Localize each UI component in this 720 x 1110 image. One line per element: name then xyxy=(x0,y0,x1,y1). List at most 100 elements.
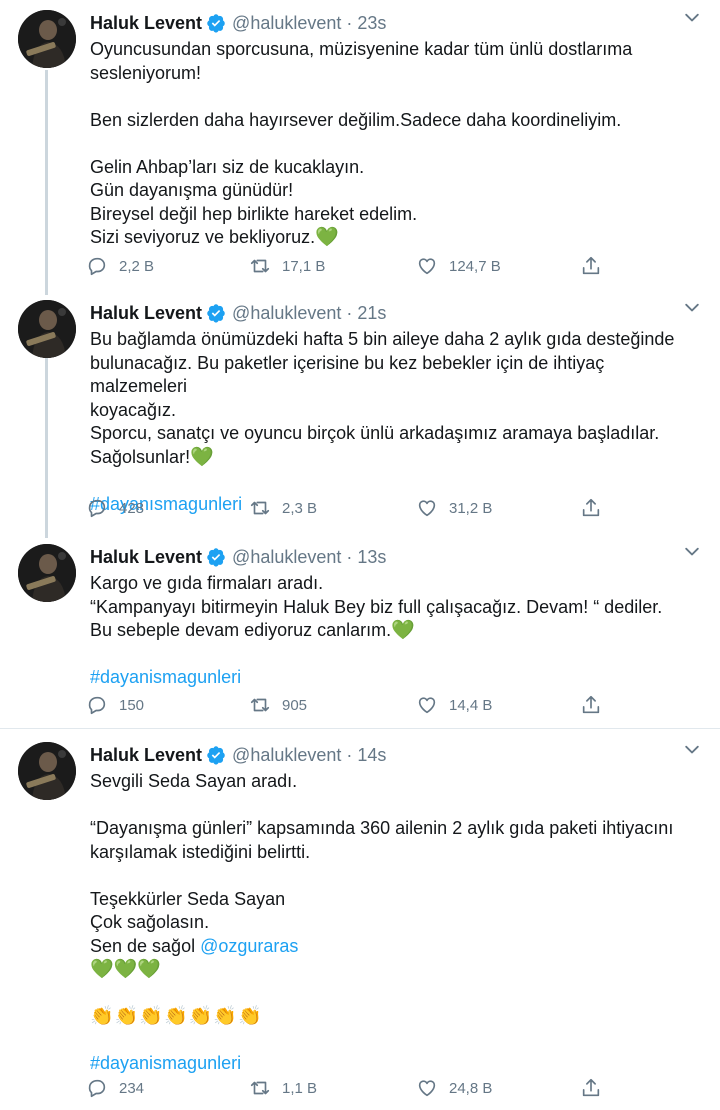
reply-icon xyxy=(88,1079,106,1098)
author-handle[interactable]: @haluklevent xyxy=(232,745,341,766)
text-line: Sporcu, sanatçı ve oyuncu birçok ünlü ar… xyxy=(90,423,660,443)
tweet[interactable]: Haluk Levent @haluklevent · 14s Sevgili … xyxy=(0,732,720,1110)
text-line: Kargo ve gıda firmaları aradı. xyxy=(90,573,324,593)
reply-count: 150 xyxy=(119,696,145,714)
author-name[interactable]: Haluk Levent xyxy=(90,303,202,324)
reply-button[interactable]: 150 xyxy=(86,691,144,719)
heart-icon xyxy=(418,258,436,275)
chevron-down-icon[interactable] xyxy=(682,8,702,28)
retweet-icon xyxy=(250,1081,270,1095)
tweet-header: Haluk Levent @haluklevent · 23s xyxy=(90,10,386,36)
retweet-icon xyxy=(250,501,270,515)
verified-badge-icon xyxy=(207,746,225,765)
tweet-time[interactable]: 14s xyxy=(357,745,386,766)
share-icon xyxy=(582,256,600,275)
verified-badge-icon xyxy=(207,304,225,323)
like-button[interactable]: 124,7 B xyxy=(416,252,501,280)
like-button[interactable]: 31,2 B xyxy=(416,494,492,522)
tweet-time[interactable]: 23s xyxy=(357,13,386,34)
text-line: Bireysel değil hep birlikte hareket edel… xyxy=(90,203,418,224)
reply-button[interactable]: 234 xyxy=(86,1074,144,1102)
like-count: 14,4 B xyxy=(449,696,493,714)
author-name[interactable]: Haluk Levent xyxy=(90,13,202,34)
text-line: Gün dayanışma günüdür! xyxy=(90,180,294,200)
like-button[interactable]: 24,8 B xyxy=(416,1074,492,1102)
retweet-count: 17,1 B xyxy=(282,257,326,275)
reply-button[interactable]: 2,2 B xyxy=(86,252,154,280)
clapping-hands-emoji: 👏👏👏👏👏👏👏 xyxy=(90,1006,263,1027)
retweet-count: 2,3 B xyxy=(282,499,318,517)
share-icon xyxy=(582,1078,600,1097)
hashtag-link[interactable]: #dayanismagunleri xyxy=(90,666,700,690)
avatar[interactable] xyxy=(18,10,76,68)
tweet[interactable]: Haluk Levent @haluklevent · 21s Bu bağla… xyxy=(0,290,720,530)
mention-link[interactable]: @ozguraras xyxy=(200,936,298,956)
tweet-actions: 234 1,1 B 24,8 B xyxy=(86,1074,616,1102)
text-line: Sağolsunlar!💚 xyxy=(90,446,214,468)
author-handle[interactable]: @haluklevent xyxy=(232,547,341,568)
reply-icon xyxy=(88,257,106,276)
share-button[interactable] xyxy=(580,1074,602,1102)
like-count: 24,8 B xyxy=(449,1079,493,1097)
tweet-time[interactable]: 13s xyxy=(357,547,386,568)
chevron-down-icon[interactable] xyxy=(682,740,702,760)
tweet-header: Haluk Levent @haluklevent · 13s xyxy=(90,544,386,570)
avatar[interactable] xyxy=(18,742,76,800)
retweet-icon xyxy=(250,259,270,273)
retweet-count: 1,1 B xyxy=(282,1079,318,1097)
avatar[interactable] xyxy=(18,300,76,358)
retweet-count: 905 xyxy=(282,696,308,714)
text-line: karşılamak istediğini belirtti. xyxy=(90,841,311,862)
retweet-button[interactable]: 1,1 B xyxy=(249,1074,317,1102)
separator-dot: · xyxy=(346,546,353,567)
author-name[interactable]: Haluk Levent xyxy=(90,745,202,766)
verified-badge-icon xyxy=(207,548,225,567)
like-button[interactable]: 14,4 B xyxy=(416,691,492,719)
text-line: Çok sağolasın. xyxy=(90,912,210,932)
green-hearts-emoji: 💚💚💚 xyxy=(90,959,161,980)
separator-dot: · xyxy=(346,744,353,765)
retweet-button[interactable]: 2,3 B xyxy=(249,494,317,522)
share-button[interactable] xyxy=(580,691,602,719)
separator-dot: · xyxy=(346,12,353,33)
tweet-text: Kargo ve gıda firmaları aradı. “Kampanya… xyxy=(90,572,700,690)
retweet-icon xyxy=(250,698,270,712)
tweet-actions: 2,2 B 17,1 B 124,7 B xyxy=(86,252,616,280)
text-line: Gelin Ahbap’ları siz de kucaklayın. xyxy=(90,156,365,177)
author-handle[interactable]: @haluklevent xyxy=(232,13,341,34)
tweet-actions: 428 2,3 B 31,2 B xyxy=(86,494,616,522)
author-name[interactable]: Haluk Levent xyxy=(90,547,202,568)
green-heart-emoji: 💚 xyxy=(391,620,415,641)
retweet-button[interactable]: 905 xyxy=(249,691,307,719)
text-line: Sevgili Seda Sayan aradı. xyxy=(90,771,298,791)
green-heart-emoji: 💚 xyxy=(190,446,214,468)
tweet-header: Haluk Levent @haluklevent · 21s xyxy=(90,300,386,326)
tweet-header: Haluk Levent @haluklevent · 14s xyxy=(90,742,386,768)
tweet-divider xyxy=(0,728,720,729)
tweet[interactable]: Haluk Levent @haluklevent · 13s Kargo ve… xyxy=(0,534,720,724)
reply-count: 2,2 B xyxy=(119,257,155,275)
chevron-down-icon[interactable] xyxy=(682,298,702,318)
text-line: “Kampanyayı bitirmeyin Haluk Bey biz ful… xyxy=(90,596,663,617)
chevron-down-icon[interactable] xyxy=(682,542,702,562)
text-line: bulunacağız. Bu paketler içerisine bu ke… xyxy=(90,352,605,397)
share-button[interactable] xyxy=(580,252,602,280)
tweet-time[interactable]: 21s xyxy=(357,303,386,324)
tweet-actions: 150 905 14,4 B xyxy=(86,691,616,719)
heart-icon xyxy=(418,1080,436,1097)
author-handle[interactable]: @haluklevent xyxy=(232,303,341,324)
share-icon xyxy=(582,695,600,714)
text-line: Teşekkürler Seda Sayan xyxy=(90,888,286,909)
tweet-text: Oyuncusundan sporcusuna, müzisyenine kad… xyxy=(90,38,700,250)
tweet[interactable]: Haluk Levent @haluklevent · 23s Oyuncusu… xyxy=(0,0,720,290)
retweet-button[interactable]: 17,1 B xyxy=(249,252,325,280)
avatar[interactable] xyxy=(18,544,76,602)
text-line: Ben sizlerden daha hayırsever değilim.Sa… xyxy=(90,109,622,130)
reply-icon xyxy=(88,499,106,518)
hashtag-link[interactable]: #dayanismagunleri xyxy=(90,1052,700,1076)
share-button[interactable] xyxy=(580,494,602,522)
heart-icon xyxy=(418,500,436,517)
reply-button[interactable]: 428 xyxy=(86,494,144,522)
verified-badge-icon xyxy=(207,14,225,33)
reply-count: 428 xyxy=(119,499,145,517)
